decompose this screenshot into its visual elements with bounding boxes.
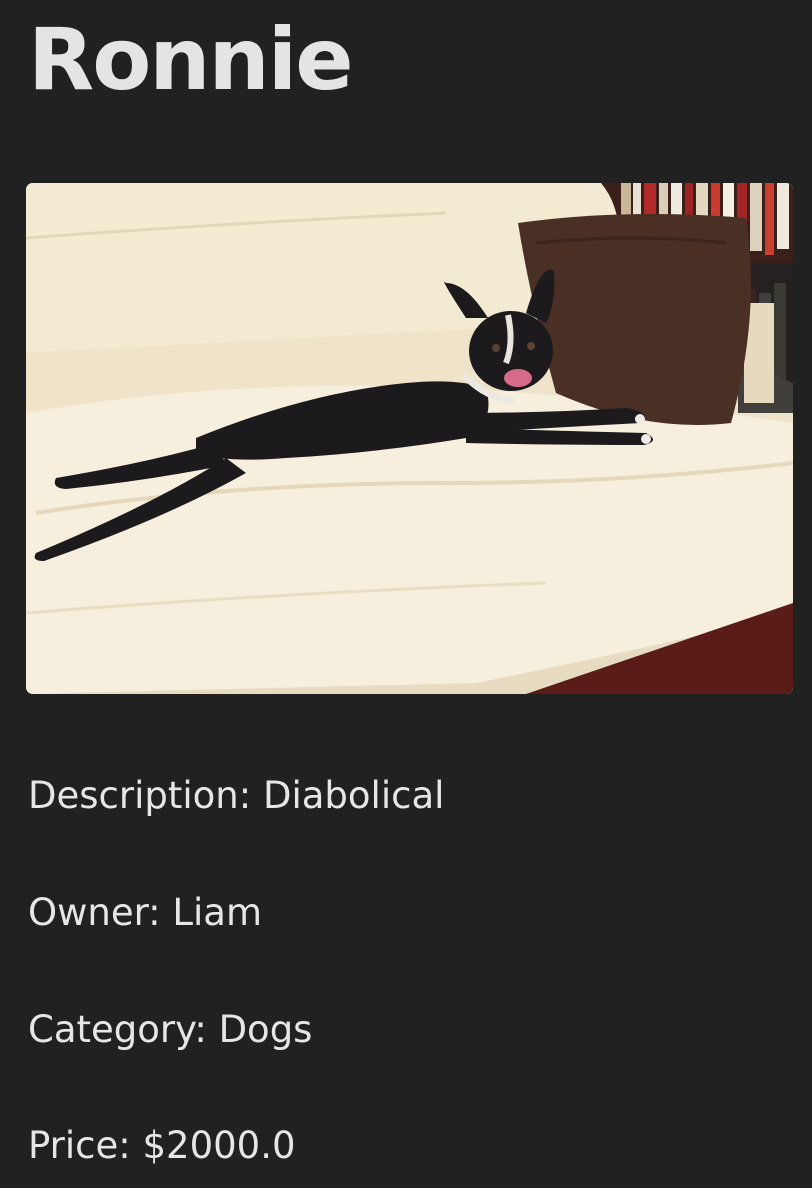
category-label: Category (28, 1008, 195, 1051)
owner-value: Liam (172, 891, 263, 934)
pet-detail-page: Ronnie Description: Diabolical Owner: Li… (0, 0, 812, 1188)
owner-label: Owner (28, 891, 149, 934)
description-detail: Description: Diabolical (28, 774, 445, 817)
category-detail: Category: Dogs (28, 1008, 313, 1051)
pet-name-title: Ronnie (28, 10, 354, 110)
price-label: Price (28, 1124, 119, 1167)
description-value: Diabolical (262, 774, 445, 817)
category-value: Dogs (218, 1008, 313, 1051)
description-label: Description (28, 774, 239, 817)
owner-detail: Owner: Liam (28, 891, 263, 934)
price-detail: Price: $2000.0 (28, 1124, 296, 1167)
price-value: $2000.0 (142, 1124, 296, 1167)
pet-photo (26, 183, 793, 694)
